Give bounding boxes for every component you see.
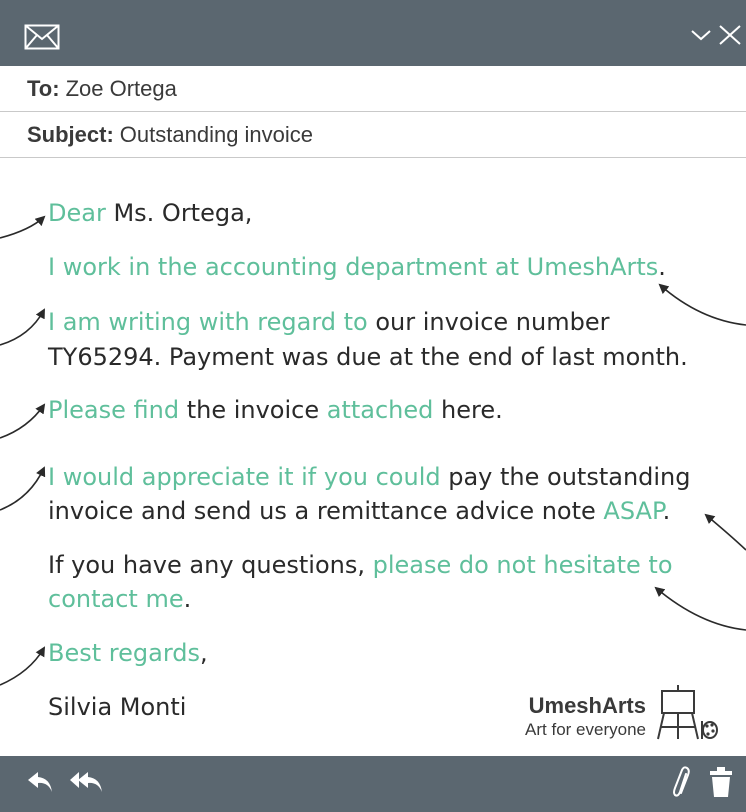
arrow-greeting [0,215,46,239]
envelope-icon [24,24,60,50]
brand-tagline: Art for everyone [525,720,646,739]
arrow-purpose [0,308,45,346]
questions-line-1: If you have any questions, please do not… [48,551,673,579]
window-titlebar [0,0,746,66]
greeting-line: Dear Ms. Ortega, [48,199,253,227]
arrow-asap [704,513,746,551]
email-toolbar [0,756,746,812]
arrow-request [0,466,46,511]
chevron-down-icon[interactable] [690,28,712,42]
arrow-intro [658,283,746,326]
to-value: Zoe Ortega [65,75,177,101]
signature-name: Silvia Monti [48,693,187,721]
purpose-line-1: I am writing with regard to our invoice … [48,308,610,336]
closing-line: Best regards, [48,639,208,667]
request-line-2: invoice and send us a remittance advice … [48,497,671,525]
arrow-regards [0,646,46,686]
attachment-line: Please find the invoice attached here. [48,396,503,424]
arrow-hesitate [654,586,746,631]
purpose-line-2: TY65294. Payment was due at the end of l… [48,343,688,371]
reply-icon[interactable] [26,768,54,794]
subject-value: Outstanding invoice [119,121,314,147]
request-line-1: I would appreciate it if you could pay t… [48,463,691,491]
brand-name: UmeshArts [528,693,646,718]
reply-all-icon[interactable] [68,768,104,794]
arrow-attachment [0,403,46,439]
intro-line: I work in the accounting department at U… [48,253,666,281]
close-icon[interactable] [718,24,742,46]
questions-line-2: contact me. [48,585,192,613]
paperclip-icon[interactable] [672,766,692,800]
trash-icon[interactable] [708,766,734,798]
to-label: To: [27,75,60,101]
to-field[interactable]: To: Zoe Ortega [0,66,746,112]
subject-field[interactable]: Subject: Outstanding invoice [0,112,746,158]
brand-logo: UmeshArts Art for everyone [525,683,730,743]
subject-label: Subject: [27,121,114,147]
easel-icon [657,685,718,740]
